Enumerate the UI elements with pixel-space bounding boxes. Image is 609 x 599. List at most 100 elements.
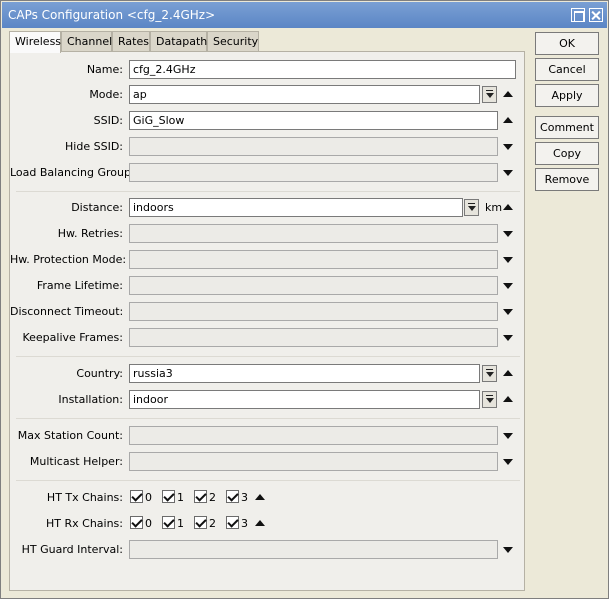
section-divider xyxy=(16,191,520,192)
section-divider xyxy=(16,480,520,481)
hw-protection-mode-expand-icon[interactable] xyxy=(503,257,513,263)
hide-ssid-expand-icon[interactable] xyxy=(503,144,513,150)
max-station-count-field[interactable] xyxy=(129,426,498,445)
ht-guard-interval-expand-icon[interactable] xyxy=(503,547,513,553)
ht-guard-interval-field[interactable] xyxy=(129,540,498,559)
hw-protection-mode-label: Hw. Protection Mode: xyxy=(10,253,127,266)
maximize-icon[interactable] xyxy=(571,8,585,22)
copy-button[interactable]: Copy xyxy=(535,142,599,165)
disconnect-timeout-field[interactable] xyxy=(129,302,498,321)
country-row: Country: russia3 xyxy=(10,364,526,384)
keepalive-frames-field[interactable] xyxy=(129,328,498,347)
load-balancing-group-field[interactable] xyxy=(129,163,498,182)
load-balancing-group-label: Load Balancing Group: xyxy=(10,166,135,179)
mode-row: Mode: ap xyxy=(10,85,526,105)
name-row: Name: cfg_2.4GHz xyxy=(10,60,526,80)
ok-button[interactable]: OK xyxy=(535,32,599,55)
ht-tx-chains-collapse-icon[interactable] xyxy=(255,494,265,500)
ht-rx-chain-3-checkbox[interactable] xyxy=(226,516,239,529)
name-label: Name: xyxy=(86,63,123,76)
tab-rates[interactable]: Rates xyxy=(112,31,150,52)
max-station-count-row: Max Station Count: xyxy=(10,426,526,446)
installation-dropdown-icon[interactable] xyxy=(482,391,497,408)
ht-tx-chain-3-checkbox[interactable] xyxy=(226,490,239,503)
ht-rx-chain-2-checkbox[interactable] xyxy=(194,516,207,529)
max-station-count-expand-icon[interactable] xyxy=(503,433,513,439)
mode-collapse-icon[interactable] xyxy=(503,91,513,97)
keepalive-frames-label: Keepalive Frames: xyxy=(22,331,123,344)
ht-tx-chain-1-checkbox[interactable] xyxy=(162,490,175,503)
apply-button[interactable]: Apply xyxy=(535,84,599,107)
title-bar[interactable]: CAPs Configuration <cfg_2.4GHz> xyxy=(2,2,607,28)
frame-lifetime-label: Frame Lifetime: xyxy=(36,279,123,292)
ssid-row: SSID: GiG_Slow xyxy=(10,111,526,131)
wireless-tab-panel: Name: cfg_2.4GHz Mode: ap SSID: GiG_Slow… xyxy=(9,51,525,591)
disconnect-timeout-row: Disconnect Timeout: xyxy=(10,302,526,322)
frame-lifetime-row: Frame Lifetime: xyxy=(10,276,526,296)
installation-row: Installation: indoor xyxy=(10,390,526,410)
distance-select[interactable]: indoors xyxy=(129,198,463,217)
comment-button[interactable]: Comment xyxy=(535,116,599,139)
keepalive-frames-row: Keepalive Frames: xyxy=(10,328,526,348)
hw-retries-expand-icon[interactable] xyxy=(503,231,513,237)
tab-channel[interactable]: Channel xyxy=(61,31,112,52)
hide-ssid-row: Hide SSID: xyxy=(10,137,526,157)
name-input[interactable]: cfg_2.4GHz xyxy=(129,60,516,79)
ht-tx-chain-0-checkbox[interactable] xyxy=(130,490,143,503)
section-divider xyxy=(16,418,520,419)
frame-lifetime-field[interactable] xyxy=(129,276,498,295)
ht-tx-chain-2-label: 2 xyxy=(209,491,216,504)
ht-tx-chain-1-label: 1 xyxy=(177,491,184,504)
ht-tx-chains-label: HT Tx Chains: xyxy=(46,491,123,504)
ht-rx-chains-collapse-icon[interactable] xyxy=(255,520,265,526)
installation-select[interactable]: indoor xyxy=(129,390,480,409)
remove-button[interactable]: Remove xyxy=(535,168,599,191)
hide-ssid-field[interactable] xyxy=(129,137,498,156)
section-divider xyxy=(16,356,520,357)
multicast-helper-row: Multicast Helper: xyxy=(10,452,526,472)
installation-label: Installation: xyxy=(58,393,123,406)
tab-datapath[interactable]: Datapath xyxy=(150,31,207,52)
ht-tx-chains-row: HT Tx Chains: 0 1 2 3 xyxy=(10,488,526,508)
mode-dropdown-icon[interactable] xyxy=(482,86,497,103)
disconnect-timeout-expand-icon[interactable] xyxy=(503,309,513,315)
distance-collapse-icon[interactable] xyxy=(503,204,513,210)
country-label: Country: xyxy=(76,367,123,380)
tab-wireless[interactable]: Wireless xyxy=(9,31,61,53)
installation-collapse-icon[interactable] xyxy=(503,396,513,402)
ht-rx-chains-row: HT Rx Chains: 0 1 2 3 xyxy=(10,514,526,534)
ht-tx-chain-0-label: 0 xyxy=(145,491,152,504)
load-balancing-group-expand-icon[interactable] xyxy=(503,170,513,176)
ht-rx-chain-3-label: 3 xyxy=(241,517,248,530)
mode-select[interactable]: ap xyxy=(129,85,480,104)
multicast-helper-field[interactable] xyxy=(129,452,498,471)
cancel-button[interactable]: Cancel xyxy=(535,58,599,81)
hide-ssid-label: Hide SSID: xyxy=(65,140,123,153)
ht-tx-chain-2-checkbox[interactable] xyxy=(194,490,207,503)
distance-label: Distance: xyxy=(71,201,123,214)
keepalive-frames-expand-icon[interactable] xyxy=(503,335,513,341)
ssid-collapse-icon[interactable] xyxy=(503,117,513,123)
disconnect-timeout-label: Disconnect Timeout: xyxy=(10,305,124,318)
ssid-input[interactable]: GiG_Slow xyxy=(129,111,498,130)
ht-guard-interval-row: HT Guard Interval: xyxy=(10,540,526,560)
ht-tx-chain-3-label: 3 xyxy=(241,491,248,504)
frame-lifetime-expand-icon[interactable] xyxy=(503,283,513,289)
multicast-helper-expand-icon[interactable] xyxy=(503,459,513,465)
close-icon[interactable] xyxy=(589,8,603,22)
country-collapse-icon[interactable] xyxy=(503,370,513,376)
ht-rx-chain-0-checkbox[interactable] xyxy=(130,516,143,529)
distance-dropdown-icon[interactable] xyxy=(464,199,479,216)
country-dropdown-icon[interactable] xyxy=(482,365,497,382)
distance-unit: km xyxy=(485,201,503,214)
max-station-count-label: Max Station Count: xyxy=(17,429,123,442)
hw-protection-mode-row: Hw. Protection Mode: xyxy=(10,250,526,270)
hw-protection-mode-field[interactable] xyxy=(129,250,498,269)
tab-security[interactable]: Security xyxy=(207,31,259,52)
ht-rx-chain-1-checkbox[interactable] xyxy=(162,516,175,529)
ht-rx-chain-0-label: 0 xyxy=(145,517,152,530)
ht-rx-chains-label: HT Rx Chains: xyxy=(46,517,123,530)
ht-guard-interval-label: HT Guard Interval: xyxy=(21,543,123,556)
country-select[interactable]: russia3 xyxy=(129,364,480,383)
hw-retries-field[interactable] xyxy=(129,224,498,243)
